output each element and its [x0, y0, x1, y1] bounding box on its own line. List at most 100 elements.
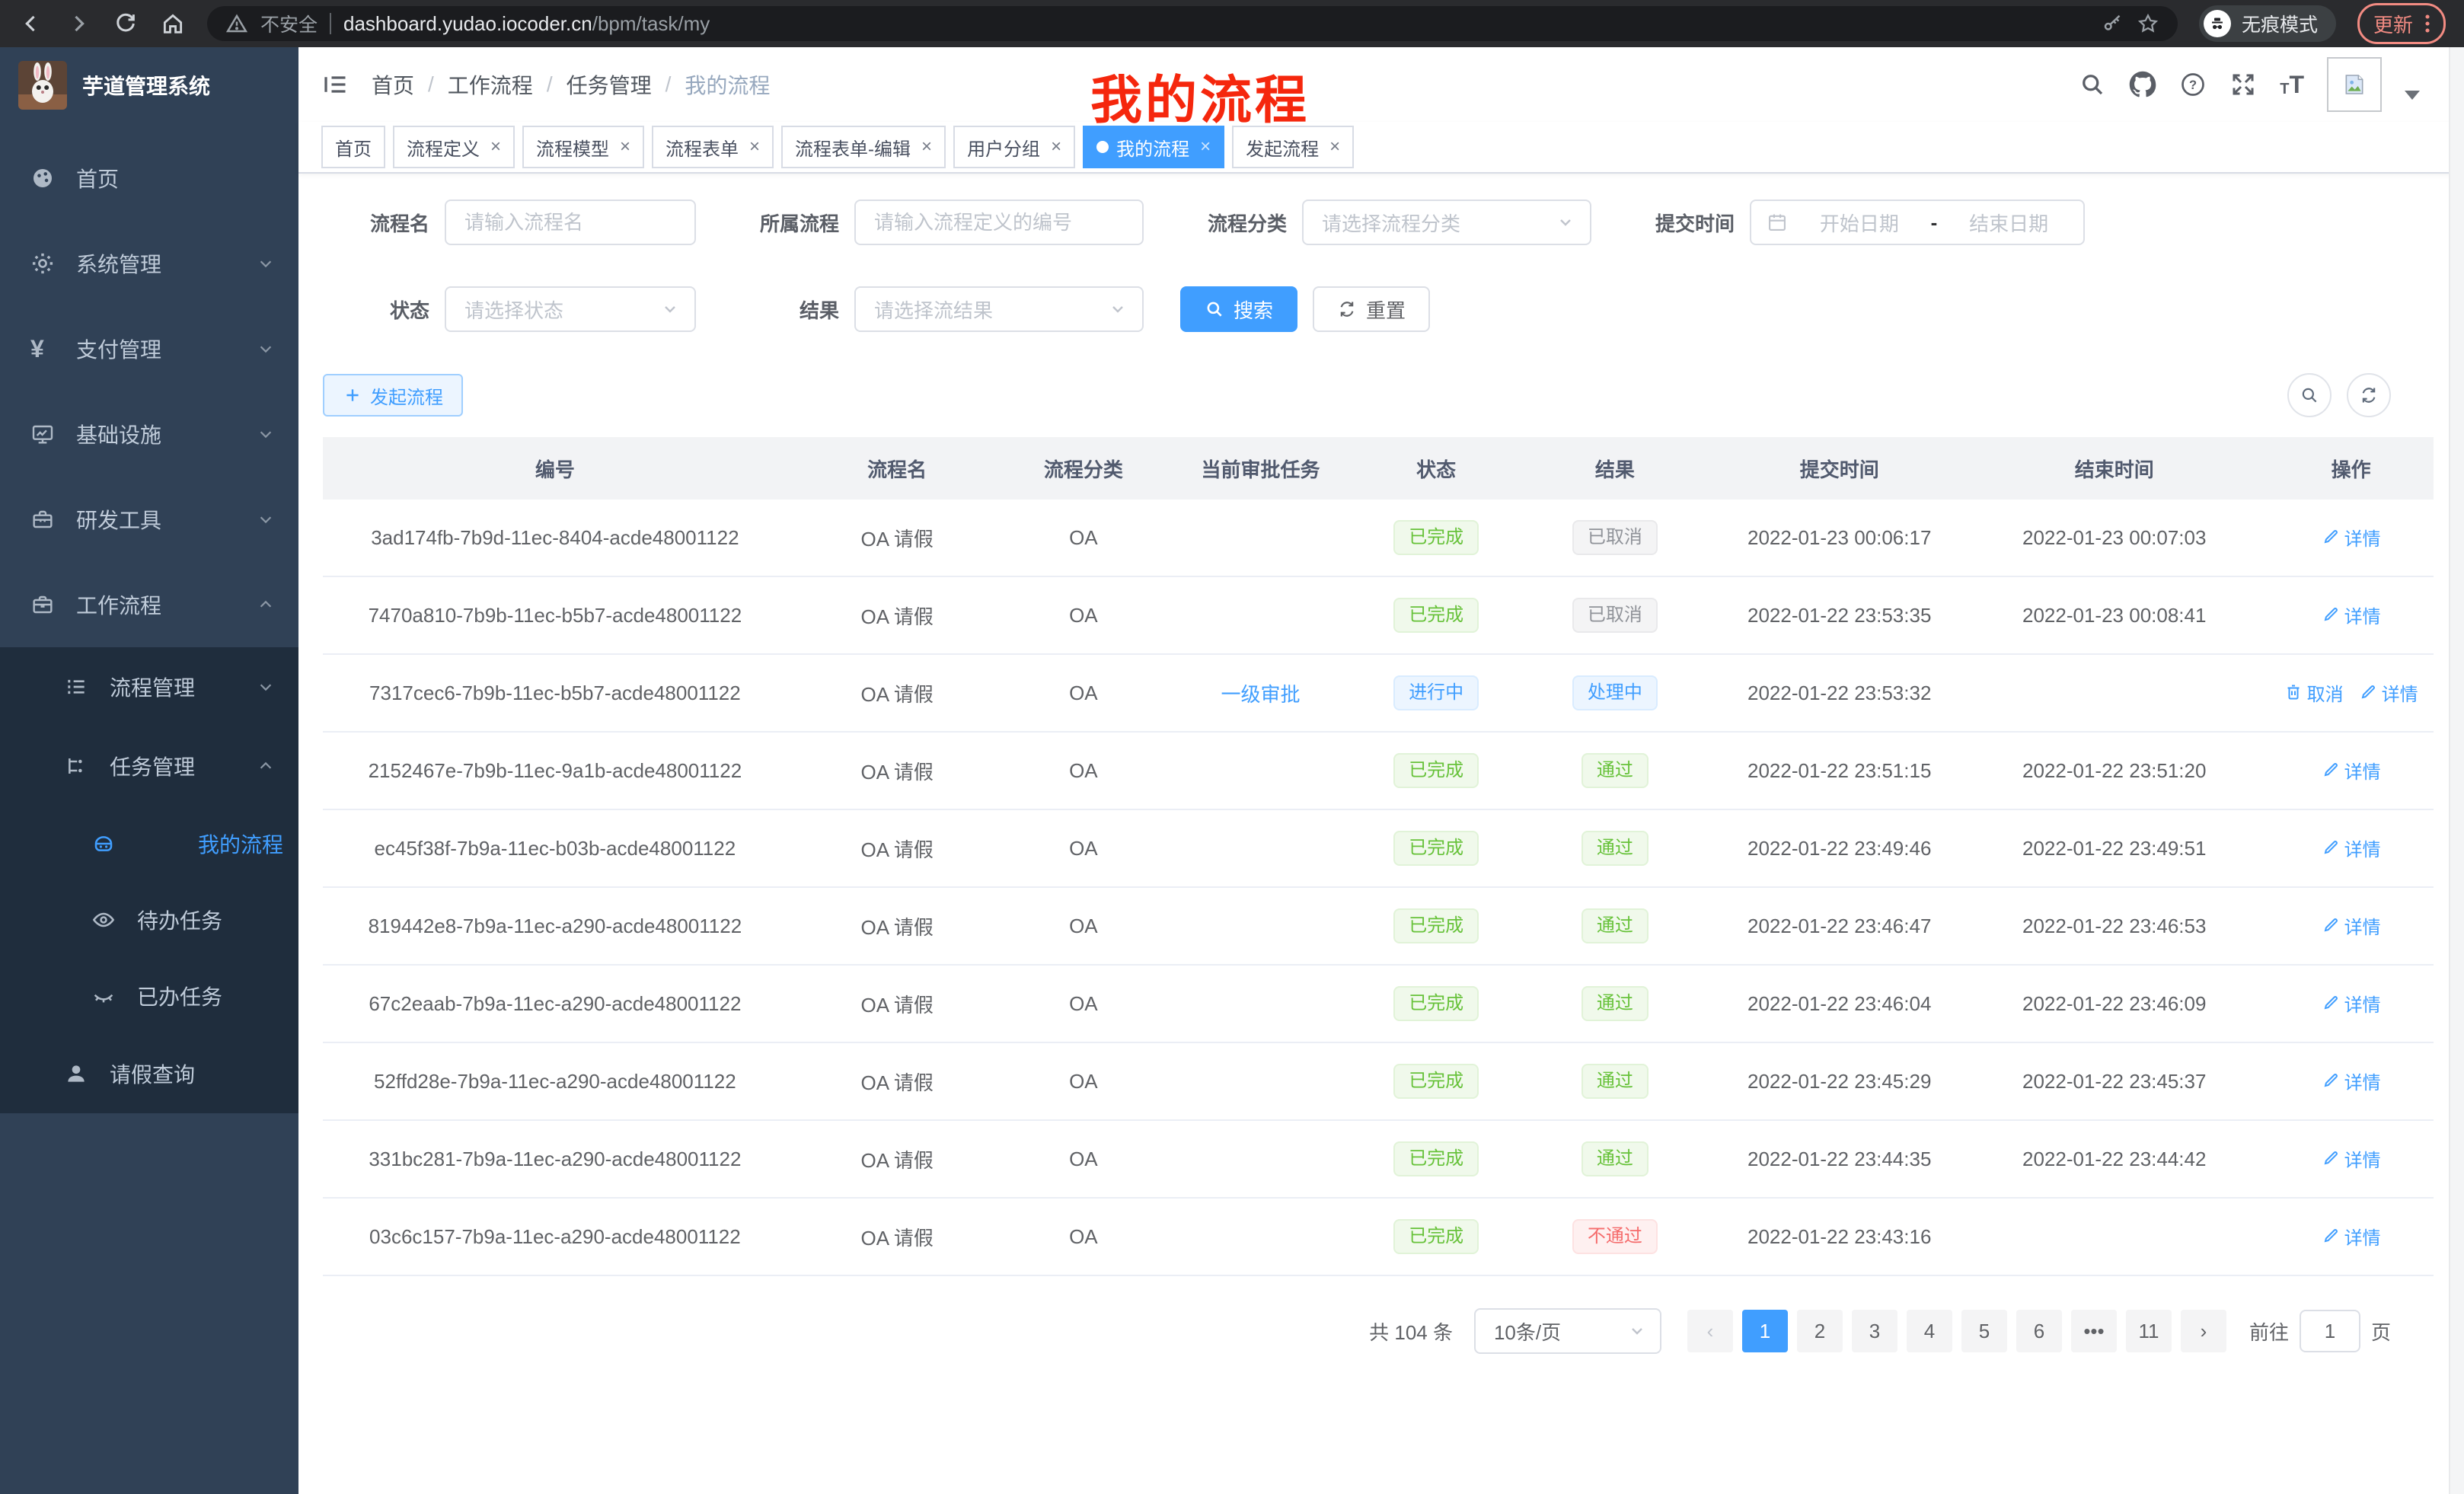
detail-link[interactable]: 详情 [2322, 1068, 2381, 1094]
page-size-select[interactable]: 10条/页 [1474, 1308, 1661, 1354]
sidebar-item-done-tasks[interactable]: 已办任务 [0, 958, 298, 1034]
page-button-4[interactable]: 4 [1907, 1310, 1952, 1352]
cell-category: OA [1007, 1120, 1160, 1198]
sidebar-item-devtools[interactable]: 研发工具 [0, 477, 298, 562]
col-result: 结果 [1511, 437, 1719, 500]
plus-icon [343, 385, 362, 405]
category-select[interactable]: 请选择流程分类 [1302, 200, 1591, 245]
sidebar-item-infra[interactable]: 基础设施 [0, 391, 298, 477]
sidebar-item-payment[interactable]: ¥ 支付管理 [0, 306, 298, 391]
page-button-6[interactable]: 6 [2016, 1310, 2062, 1352]
sidebar-item-home[interactable]: 首页 [0, 136, 298, 221]
tab-close-icon[interactable]: × [746, 138, 760, 156]
browser-toolbar: 不安全 dashboard.yudao.iocoder.cn/bpm/task/… [0, 0, 2464, 47]
tab-close-icon[interactable]: × [1326, 138, 1340, 156]
breadcrumb-item[interactable]: 首页 [372, 69, 414, 100]
tab-3[interactable]: 流程表单× [652, 126, 774, 168]
sidebar-item-workflow[interactable]: 工作流程 [0, 562, 298, 647]
result-badge: 通过 [1581, 753, 1649, 788]
logo-image [18, 61, 67, 110]
toggle-search-button[interactable] [2287, 373, 2332, 417]
status-badge: 已完成 [1393, 986, 1479, 1021]
approval-task-link[interactable]: 一级审批 [1221, 683, 1301, 706]
result-select[interactable]: 请选择流结果 [854, 286, 1144, 332]
detail-link[interactable]: 详情 [2322, 990, 2381, 1017]
status-badge: 已完成 [1393, 753, 1479, 788]
detail-link[interactable]: 详情 [2322, 1145, 2381, 1172]
tab-close-icon[interactable]: × [918, 138, 932, 156]
page-button-11[interactable]: 11 [2126, 1310, 2172, 1352]
sidebar-fold-icon[interactable] [321, 71, 349, 98]
sidebar-item-leave-query[interactable]: 请假查询 [0, 1034, 298, 1113]
help-icon[interactable]: ? [2179, 71, 2207, 98]
page-button-•••[interactable]: ••• [2071, 1310, 2117, 1352]
chevron-down-icon [257, 511, 274, 528]
detail-link[interactable]: 详情 [2322, 602, 2381, 628]
sidebar-item-task-mgmt[interactable]: 任务管理 [0, 726, 298, 806]
tab-4[interactable]: 流程表单-编辑× [781, 126, 946, 168]
tab-5[interactable]: 用户分组 × [953, 126, 1075, 168]
font-size-icon[interactable]: TT [2280, 72, 2304, 97]
goto-page-input[interactable] [2300, 1310, 2360, 1352]
prev-page-button[interactable]: ‹ [1687, 1310, 1733, 1352]
address-bar[interactable]: 不安全 dashboard.yudao.iocoder.cn/bpm/task/… [207, 6, 2178, 41]
breadcrumb-item[interactable]: 工作流程 [448, 69, 533, 100]
sidebar-item-my-process[interactable]: 我的流程 [0, 806, 298, 882]
home-icon[interactable] [160, 11, 186, 37]
tab-0[interactable]: 首页 [321, 126, 385, 168]
process-name-input[interactable] [445, 200, 696, 245]
fullscreen-icon[interactable] [2229, 71, 2257, 98]
security-label[interactable]: 不安全 [260, 10, 318, 37]
sidebar-item-todo-tasks[interactable]: 待办任务 [0, 882, 298, 958]
update-button[interactable]: 更新 [2357, 3, 2446, 44]
page-button-5[interactable]: 5 [1961, 1310, 2007, 1352]
table-row: 2152467e-7b9b-11ec-9a1b-acde48001122OA 请… [323, 732, 2434, 809]
breadcrumb-item[interactable]: 任务管理 [567, 69, 652, 100]
page-button-3[interactable]: 3 [1852, 1310, 1897, 1352]
cell-submit-time: 2022-01-22 23:49:46 [1719, 809, 1960, 887]
page-scrollbar[interactable] [2449, 47, 2464, 1494]
reload-icon[interactable] [113, 11, 139, 37]
avatar-dropdown-caret-icon[interactable] [2405, 91, 2420, 100]
detail-link[interactable]: 详情 [2322, 1223, 2381, 1250]
tab-close-icon[interactable]: × [1197, 138, 1211, 156]
cell-id: ec45f38f-7b9a-11ec-b03b-acde48001122 [323, 809, 787, 887]
detail-link[interactable]: 详情 [2322, 835, 2381, 861]
tab-label: 流程定义 [407, 134, 480, 161]
tab-1[interactable]: 流程定义 × [393, 126, 515, 168]
tab-2[interactable]: 流程模型× [522, 126, 644, 168]
sidebar-item-system[interactable]: 系统管理 [0, 221, 298, 306]
status-select[interactable]: 请选择状态 [445, 286, 696, 332]
refresh-table-button[interactable] [2347, 373, 2391, 417]
page-button-1[interactable]: 1 [1742, 1310, 1788, 1352]
key-icon[interactable] [2102, 12, 2124, 35]
cancel-link[interactable]: 取消 [2284, 679, 2344, 706]
next-page-button[interactable]: › [2181, 1310, 2226, 1352]
reset-button[interactable]: 重置 [1313, 286, 1430, 332]
url-text[interactable]: dashboard.yudao.iocoder.cn/bpm/task/my [343, 12, 710, 36]
tab-close-icon[interactable]: × [617, 138, 630, 156]
avatar[interactable] [2327, 57, 2382, 112]
tab-close-icon[interactable]: × [487, 138, 501, 156]
tab-close-icon[interactable]: × [1048, 138, 1061, 156]
submit-time-range[interactable]: 开始日期 - 结束日期 [1750, 200, 2085, 245]
detail-link[interactable]: 详情 [2322, 524, 2381, 551]
search-button[interactable]: 搜索 [1180, 286, 1297, 332]
process-definition-input[interactable] [854, 200, 1144, 245]
workflow-submenu: 流程管理 任务管理 我的流程 待办任务 [0, 647, 298, 1113]
start-process-button[interactable]: 发起流程 [323, 374, 463, 417]
page-button-2[interactable]: 2 [1797, 1310, 1843, 1352]
sidebar-item-process-mgmt[interactable]: 流程管理 [0, 647, 298, 726]
tab-label: 用户分组 [967, 134, 1040, 161]
detail-link[interactable]: 详情 [2359, 679, 2418, 706]
detail-link[interactable]: 详情 [2322, 757, 2381, 784]
back-icon[interactable] [18, 11, 44, 37]
col-id: 编号 [323, 437, 787, 500]
tab-label: 首页 [335, 134, 372, 161]
detail-link[interactable]: 详情 [2322, 912, 2381, 939]
forward-icon[interactable] [65, 11, 91, 37]
cell-id: 331bc281-7b9a-11ec-a290-acde48001122 [323, 1120, 787, 1198]
bookmark-star-icon[interactable] [2137, 12, 2159, 35]
github-icon[interactable] [2129, 71, 2156, 98]
search-icon[interactable] [2079, 71, 2106, 98]
